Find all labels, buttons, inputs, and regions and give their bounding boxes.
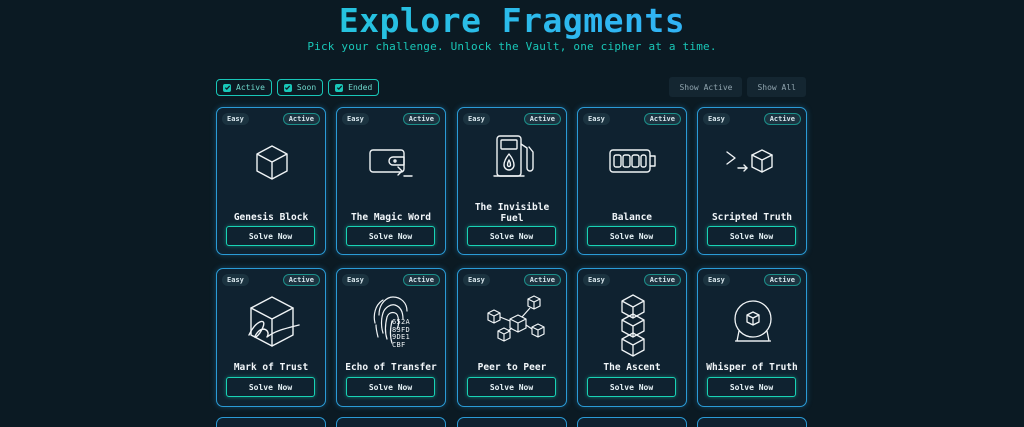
challenge-card-partial [216,417,326,427]
show-all-button[interactable]: Show All [747,77,806,97]
filter-label: Ended [348,83,373,92]
view-toggle: Show Active Show All [669,77,806,97]
status-badge: Active [643,274,681,286]
challenge-card-partial [577,417,687,427]
solve-now-button[interactable]: Solve Now [467,377,556,397]
challenge-card-partial [457,417,567,427]
cube-icon [242,134,302,190]
status-badge: Active [282,113,320,125]
checkbox-icon[interactable] [283,83,292,92]
filter-active[interactable]: Active [216,79,272,96]
status-badge: Active [763,113,801,125]
difficulty-badge: Easy [583,274,610,286]
challenge-card: Easy Active Balance Solve Now [577,107,687,255]
difficulty-badge: Easy [342,113,369,125]
hash-text: 652A 83FD 9DE1 CBF [392,318,411,349]
challenge-name: Balance [611,212,653,223]
challenge-card-partial [336,417,446,427]
signature-cube-icon [237,291,307,355]
crystal-ball-icon [723,293,783,355]
filter-label: Active [236,83,265,92]
challenge-name: The Magic Word [350,212,432,223]
difficulty-badge: Easy [463,113,490,125]
challenge-card: Easy Active Whisper of Truth Solve Now [697,268,807,407]
difficulty-badge: Easy [463,274,490,286]
solve-now-button[interactable]: Solve Now [707,226,796,246]
challenge-card: Easy Active The Magic Word Solve Now [336,107,446,255]
challenge-name: Peer to Peer [477,362,547,373]
challenge-card: Easy Active The Ascent Solve Now [577,268,687,407]
challenge-card: Easy Active Genesis Block Solve Now [216,107,326,255]
fuel-pump-icon [483,130,543,186]
challenge-name: The Ascent [603,362,661,373]
status-badge: Active [523,274,561,286]
status-filters: Active Soon Ended [216,79,380,96]
challenge-card: Easy Active 652A 83FD 9DE1 CBF Echo of T… [336,268,446,407]
show-active-button[interactable]: Show Active [669,77,743,97]
difficulty-badge: Easy [583,113,610,125]
challenge-card-partial [697,417,807,427]
page-header: Explore Fragments Pick your challenge. U… [0,0,1024,53]
challenge-name: Whisper of Truth [706,362,798,373]
status-badge: Active [282,274,320,286]
solve-now-button[interactable]: Solve Now [587,377,676,397]
script-cube-icon [723,134,783,190]
challenge-name: Scripted Truth [711,212,793,223]
difficulty-badge: Easy [222,113,249,125]
difficulty-badge: Easy [342,274,369,286]
checkbox-icon[interactable] [335,83,344,92]
balance-wallet-icon [603,134,663,190]
challenge-card: Easy Active Peer to Peer Solve Now [457,268,567,407]
network-cubes-icon [478,293,548,353]
difficulty-badge: Easy [222,274,249,286]
solve-now-button[interactable]: Solve Now [587,226,676,246]
solve-now-button[interactable]: Solve Now [346,377,435,397]
filter-label: Soon [296,83,317,92]
difficulty-badge: Easy [703,113,730,125]
status-badge: Active [523,113,561,125]
wallet-terminal-icon [362,134,422,190]
challenge-name: Genesis Block [233,212,309,223]
solve-now-button[interactable]: Solve Now [226,377,315,397]
solve-now-button[interactable]: Solve Now [346,226,435,246]
checkbox-icon[interactable] [223,83,231,92]
filter-ended[interactable]: Ended [328,79,380,96]
solve-now-button[interactable]: Solve Now [467,226,556,246]
challenge-card: Easy Active The Invisible Fuel Solve Now [457,107,567,255]
fingerprint-hash-icon: 652A 83FD 9DE1 CBF [357,289,427,355]
status-badge: Active [402,274,440,286]
challenge-name: The Invisible Fuel [474,202,550,224]
page-subtitle: Pick your challenge. Unlock the Vault, o… [307,40,717,53]
challenge-card: Easy Active Mark of Trust Solve Now [216,268,326,407]
status-badge: Active [763,274,801,286]
filter-soon[interactable]: Soon [276,79,324,96]
stacked-cubes-icon [603,291,663,357]
difficulty-badge: Easy [703,274,730,286]
solve-now-button[interactable]: Solve Now [707,377,796,397]
challenge-name: Echo of Transfer [345,362,437,373]
challenge-name: Mark of Trust [233,362,309,373]
solve-now-button[interactable]: Solve Now [226,226,315,246]
status-badge: Active [643,113,681,125]
challenge-card: Easy Active Scripted Truth Solve Now [697,107,807,255]
status-badge: Active [402,113,440,125]
page-title: Explore Fragments [0,1,1024,41]
